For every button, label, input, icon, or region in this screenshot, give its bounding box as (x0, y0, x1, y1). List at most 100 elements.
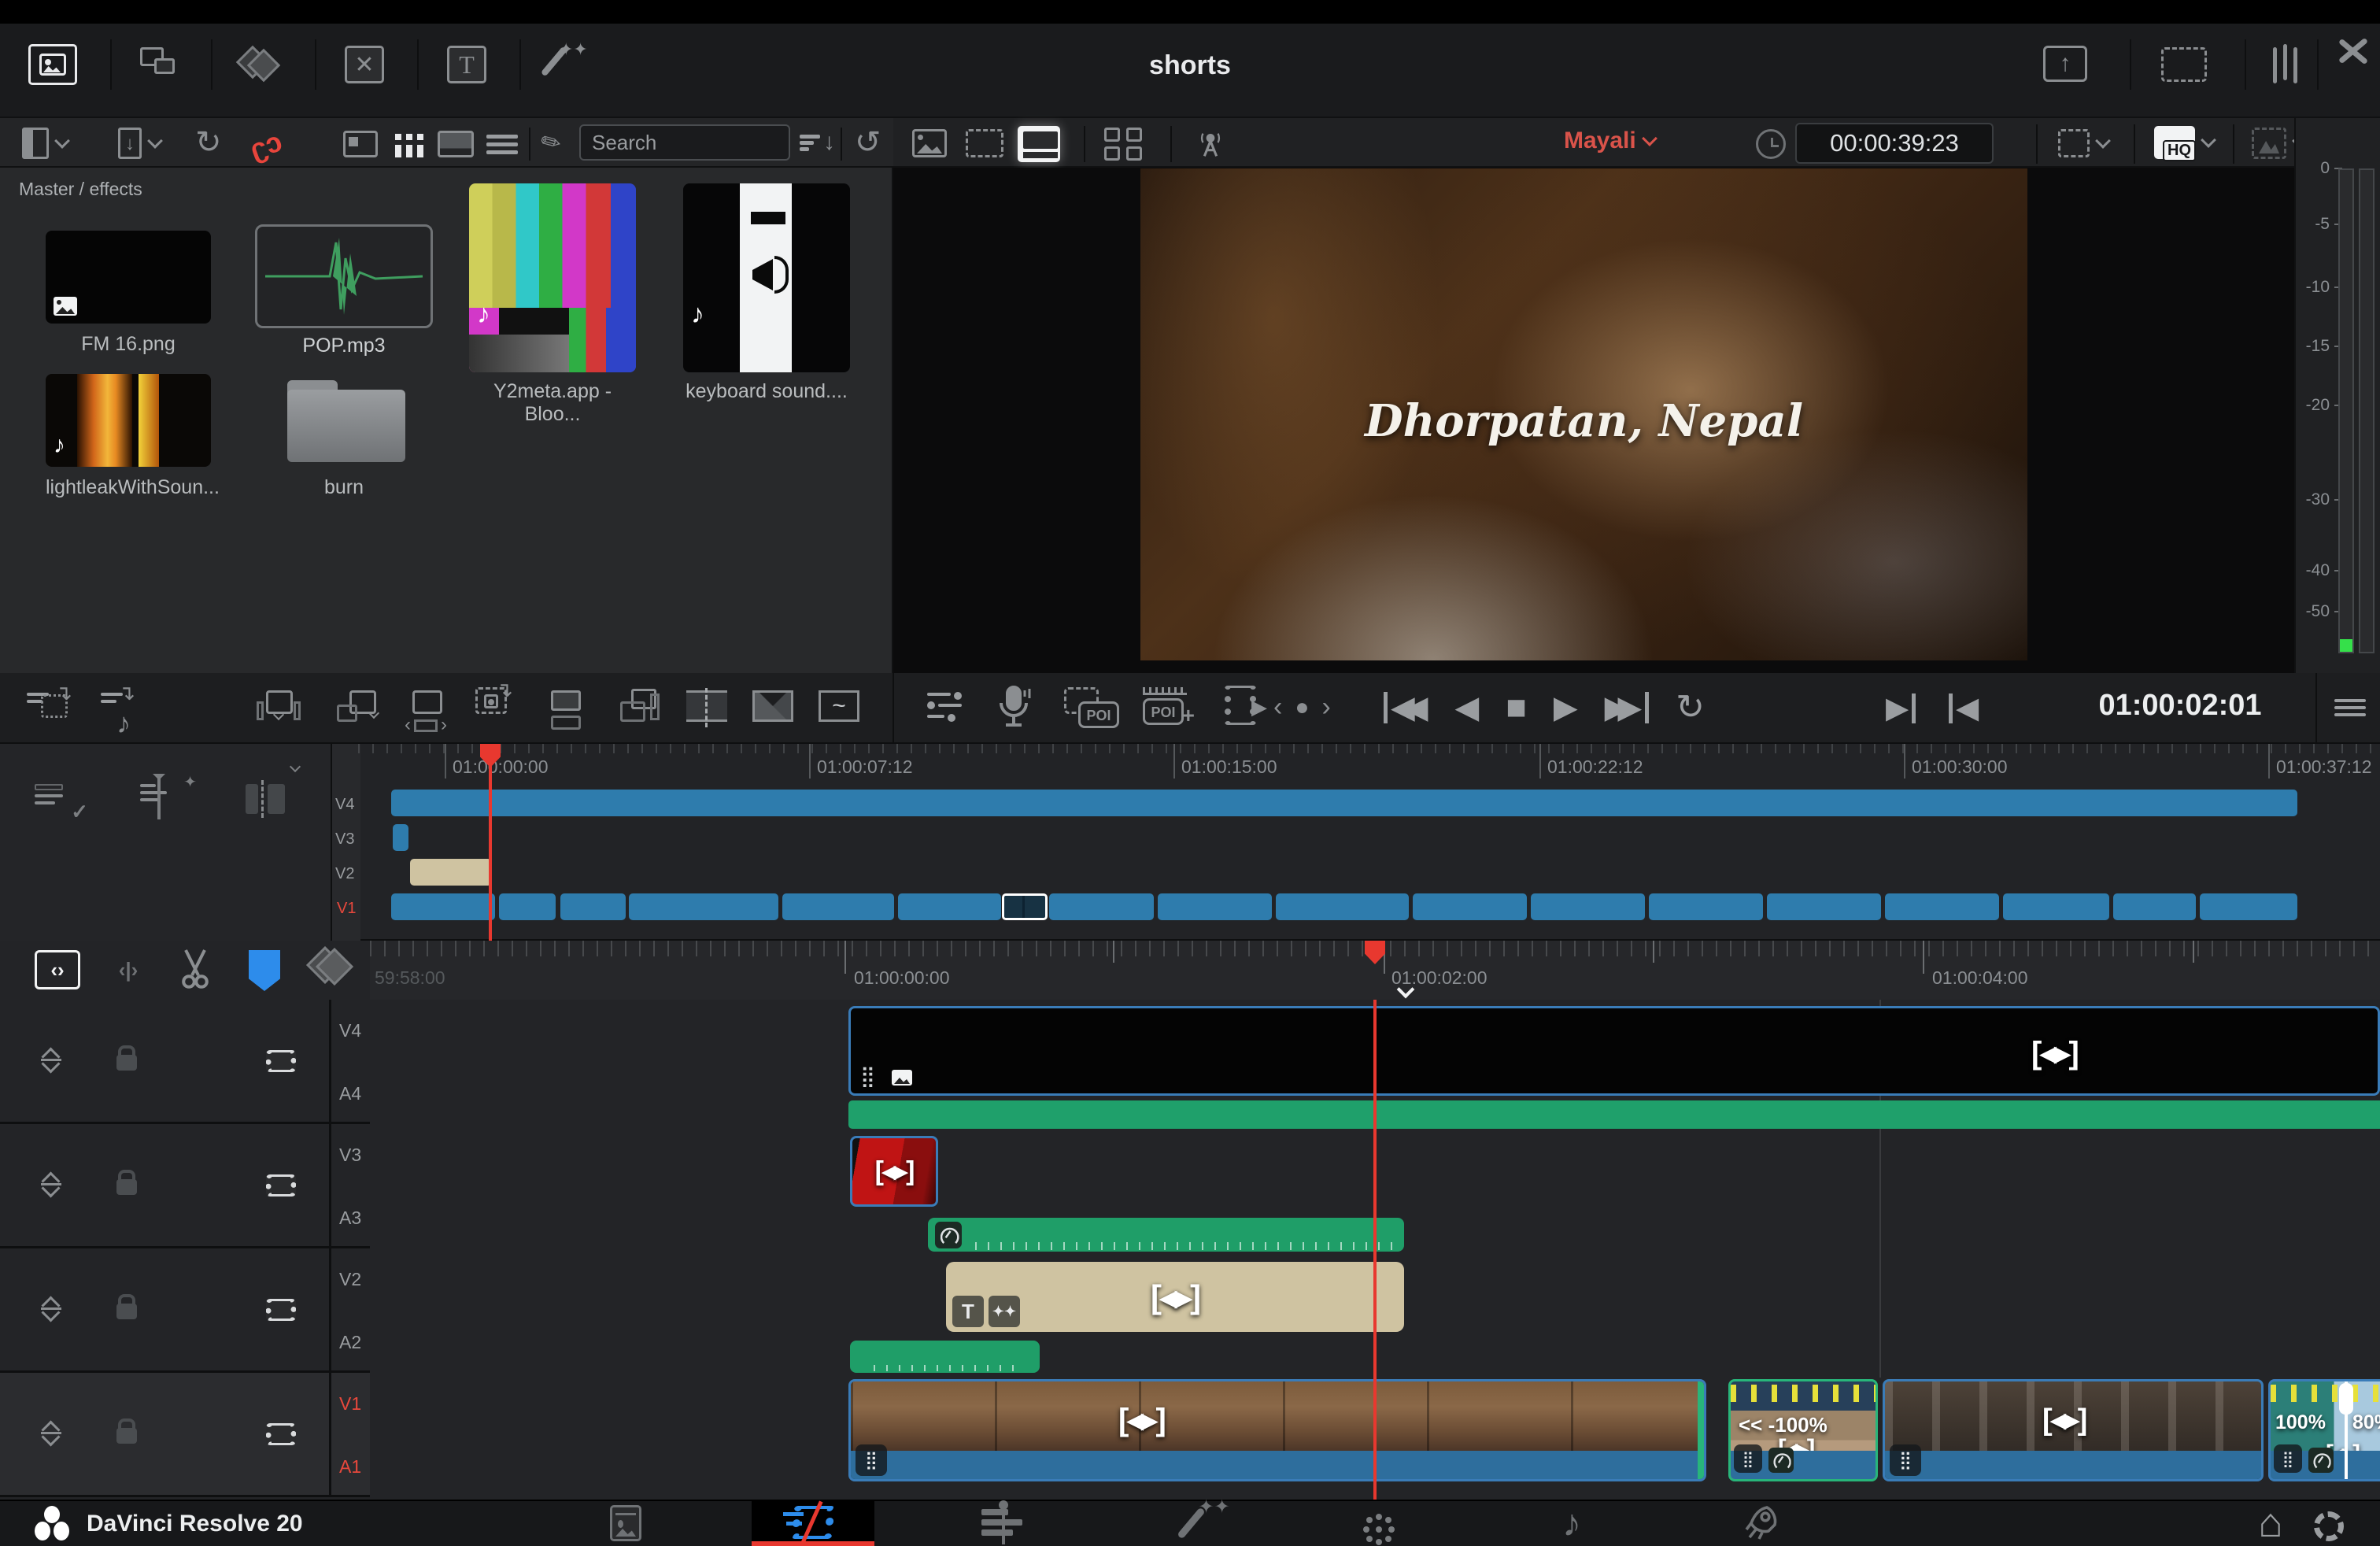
voiceover-mic-icon[interactable] (993, 684, 1034, 735)
fairlight-page-button[interactable]: ♪ (1543, 1501, 1601, 1545)
media-item-y2meta[interactable]: ♪ Y2meta.app - Bloo... (469, 231, 636, 426)
source-overwrite-icon[interactable] (620, 689, 660, 722)
video-track-label[interactable]: V4 (339, 1020, 361, 1041)
media-item-lightleak[interactable]: ♪ lightleakWithSoun... (46, 374, 211, 499)
scrub-control[interactable]: ‹●› (1273, 692, 1331, 723)
enable-track-icon[interactable] (266, 1050, 296, 1072)
mini-clip-v1[interactable] (2113, 893, 2196, 920)
playhead-pin-icon[interactable]: ✦ (140, 780, 190, 821)
viewer-timecode[interactable]: 00:00:39:23 (1795, 123, 1994, 164)
mini-clip-v1[interactable] (1767, 893, 1881, 920)
trim-tool-button[interactable]: ‹› (35, 950, 80, 989)
go-to-last-frame-button[interactable]: ▶▶ (1605, 690, 1650, 726)
mini-clip-v1[interactable] (1531, 893, 1645, 920)
mini-clip-v1[interactable] (2003, 893, 2109, 920)
place-on-top-icon[interactable] (551, 690, 581, 730)
transition-tool-button[interactable] (312, 952, 348, 980)
clip-v1-1[interactable]: [◂▸] ⣿ (848, 1379, 1706, 1481)
video-track-label[interactable]: V1 (339, 1393, 361, 1415)
mini-timeline-area[interactable]: 01:00:00:0001:00:07:1201:00:15:0001:00:2… (358, 744, 2380, 941)
filmstrip-view-icon[interactable] (438, 131, 474, 157)
marker-flag-icon[interactable] (249, 950, 280, 991)
clip-v1-2[interactable]: << -100% [◂▸] ⣿ (1728, 1379, 1878, 1481)
source-tape-icon[interactable] (966, 129, 1003, 157)
list-view-icon[interactable] (486, 131, 518, 158)
speaker-icon[interactable] (2323, 129, 2349, 153)
loop-button[interactable]: ↻ (1676, 687, 1705, 727)
viewer-clip-name[interactable]: Mayali (1564, 128, 1655, 154)
fullscreen-icon[interactable] (2161, 47, 2207, 82)
audio-track-label[interactable]: A4 (339, 1083, 361, 1104)
dissolve-icon[interactable] (752, 690, 793, 722)
track-resize-icon[interactable] (41, 1173, 63, 1196)
video-track-label[interactable]: V3 (339, 1145, 361, 1166)
clip-a2-audio[interactable] (850, 1341, 1040, 1373)
audio-track-label[interactable]: A3 (339, 1208, 361, 1229)
lock-icon[interactable] (116, 1428, 137, 1444)
mixer-icon[interactable] (2273, 47, 2297, 83)
mute-speaker-icon[interactable] (190, 1299, 217, 1322)
mini-clip-v1[interactable] (1158, 893, 1272, 920)
next-edit-button[interactable]: ▶ (1886, 690, 1916, 726)
sync-clips-icon[interactable]: ↻ (195, 124, 222, 161)
enable-track-icon[interactable] (266, 1174, 296, 1196)
trim-handle-icon[interactable]: [◂▸] (1118, 1402, 1165, 1438)
insert-audio-icon[interactable]: ♪↴ (101, 689, 131, 740)
mini-clip-v1[interactable] (898, 893, 1001, 920)
trim-handle-icon[interactable]: [◂▸] (1151, 1278, 1199, 1316)
mini-clip-v1[interactable] (629, 893, 778, 920)
source-clip-icon[interactable] (912, 129, 947, 157)
timeline-playhead[interactable] (1373, 1000, 1377, 1500)
mini-clip-v1[interactable] (391, 893, 495, 920)
go-to-first-frame-button[interactable]: ◀◀ (1384, 690, 1428, 726)
refresh-icon[interactable]: ↻ (855, 124, 881, 161)
panel-layout-button[interactable] (22, 128, 68, 159)
lock-icon[interactable] (116, 1179, 137, 1195)
media-item-burn-folder[interactable]: burn (255, 374, 433, 499)
mini-clip-v2[interactable] (410, 859, 492, 886)
mini-clip-v1[interactable] (1049, 893, 1154, 920)
speed-point-grip[interactable] (2339, 1383, 2353, 1415)
mini-clip-v1[interactable] (1649, 893, 1763, 920)
enable-track-icon[interactable] (266, 1423, 296, 1445)
fusion-page-button[interactable]: ✦✦ (1162, 1501, 1220, 1545)
mini-clip-v4[interactable] (391, 790, 2297, 816)
razor-tool-button[interactable] (176, 947, 214, 995)
home-button[interactable]: ⌂ (2241, 1501, 2300, 1545)
play-reverse-button[interactable]: ◀ (1455, 690, 1480, 726)
ripple-overwrite-icon[interactable]: ‹› (405, 690, 447, 736)
timeline-options-menu-icon[interactable] (2334, 695, 2366, 720)
metadata-view-icon[interactable] (343, 131, 378, 157)
split-clip-icon[interactable] (686, 690, 727, 722)
unlink-icon[interactable]: ʗɔ (246, 124, 286, 166)
enable-track-icon[interactable] (266, 1299, 296, 1321)
export-button[interactable]: ↑ (2043, 46, 2087, 82)
smooth-cut-icon[interactable]: ~ (819, 690, 859, 722)
track-resize-icon[interactable] (41, 1422, 63, 1445)
mini-clip-v1[interactable] (1413, 893, 1527, 920)
track-header-row[interactable]: V3 A3 (0, 1124, 370, 1248)
clip-v3-video[interactable]: [◂▸] (850, 1136, 938, 1207)
insert-video-icon[interactable]: ↴ (27, 689, 68, 718)
media-item-keyboard[interactable]: ♪ keyboard sound.... (683, 231, 850, 403)
clip-a3-audio[interactable] (928, 1218, 1404, 1252)
clip-v1-3[interactable]: [◂▸] ⣿ (1883, 1379, 2264, 1481)
viewer-video[interactable]: Dhorpatan, Nepal (1140, 168, 2027, 660)
mini-clip-v1[interactable] (1885, 893, 1999, 920)
track-header-row[interactable]: V4 A4 (0, 1000, 370, 1124)
edit-page-button[interactable] (974, 1501, 1033, 1545)
source-tape-transport-icon[interactable]: ▶ (1225, 686, 1256, 725)
trim-handle-icon[interactable]: [◂▸] (2031, 1035, 2078, 1071)
clip-v4-video[interactable]: ⣿ [◂▸] (848, 1006, 2380, 1096)
mute-speaker-icon[interactable] (190, 1423, 217, 1447)
stop-button[interactable]: ■ (1506, 688, 1527, 727)
timeline-checklist-icon[interactable]: ✓ (35, 780, 85, 821)
import-media-button[interactable]: ↓ (118, 128, 161, 159)
track-header-row[interactable]: V1A1 (0, 1373, 370, 1497)
track-header-row[interactable]: V2A2 (0, 1248, 370, 1373)
media-item-pop[interactable]: POP.mp3 (255, 224, 433, 357)
media-item-fm16[interactable]: FM 16.png (46, 231, 211, 356)
mute-speaker-icon[interactable] (190, 1050, 217, 1074)
tag-icon[interactable]: ✎ (536, 126, 567, 160)
mini-clip-v3[interactable] (393, 824, 408, 851)
